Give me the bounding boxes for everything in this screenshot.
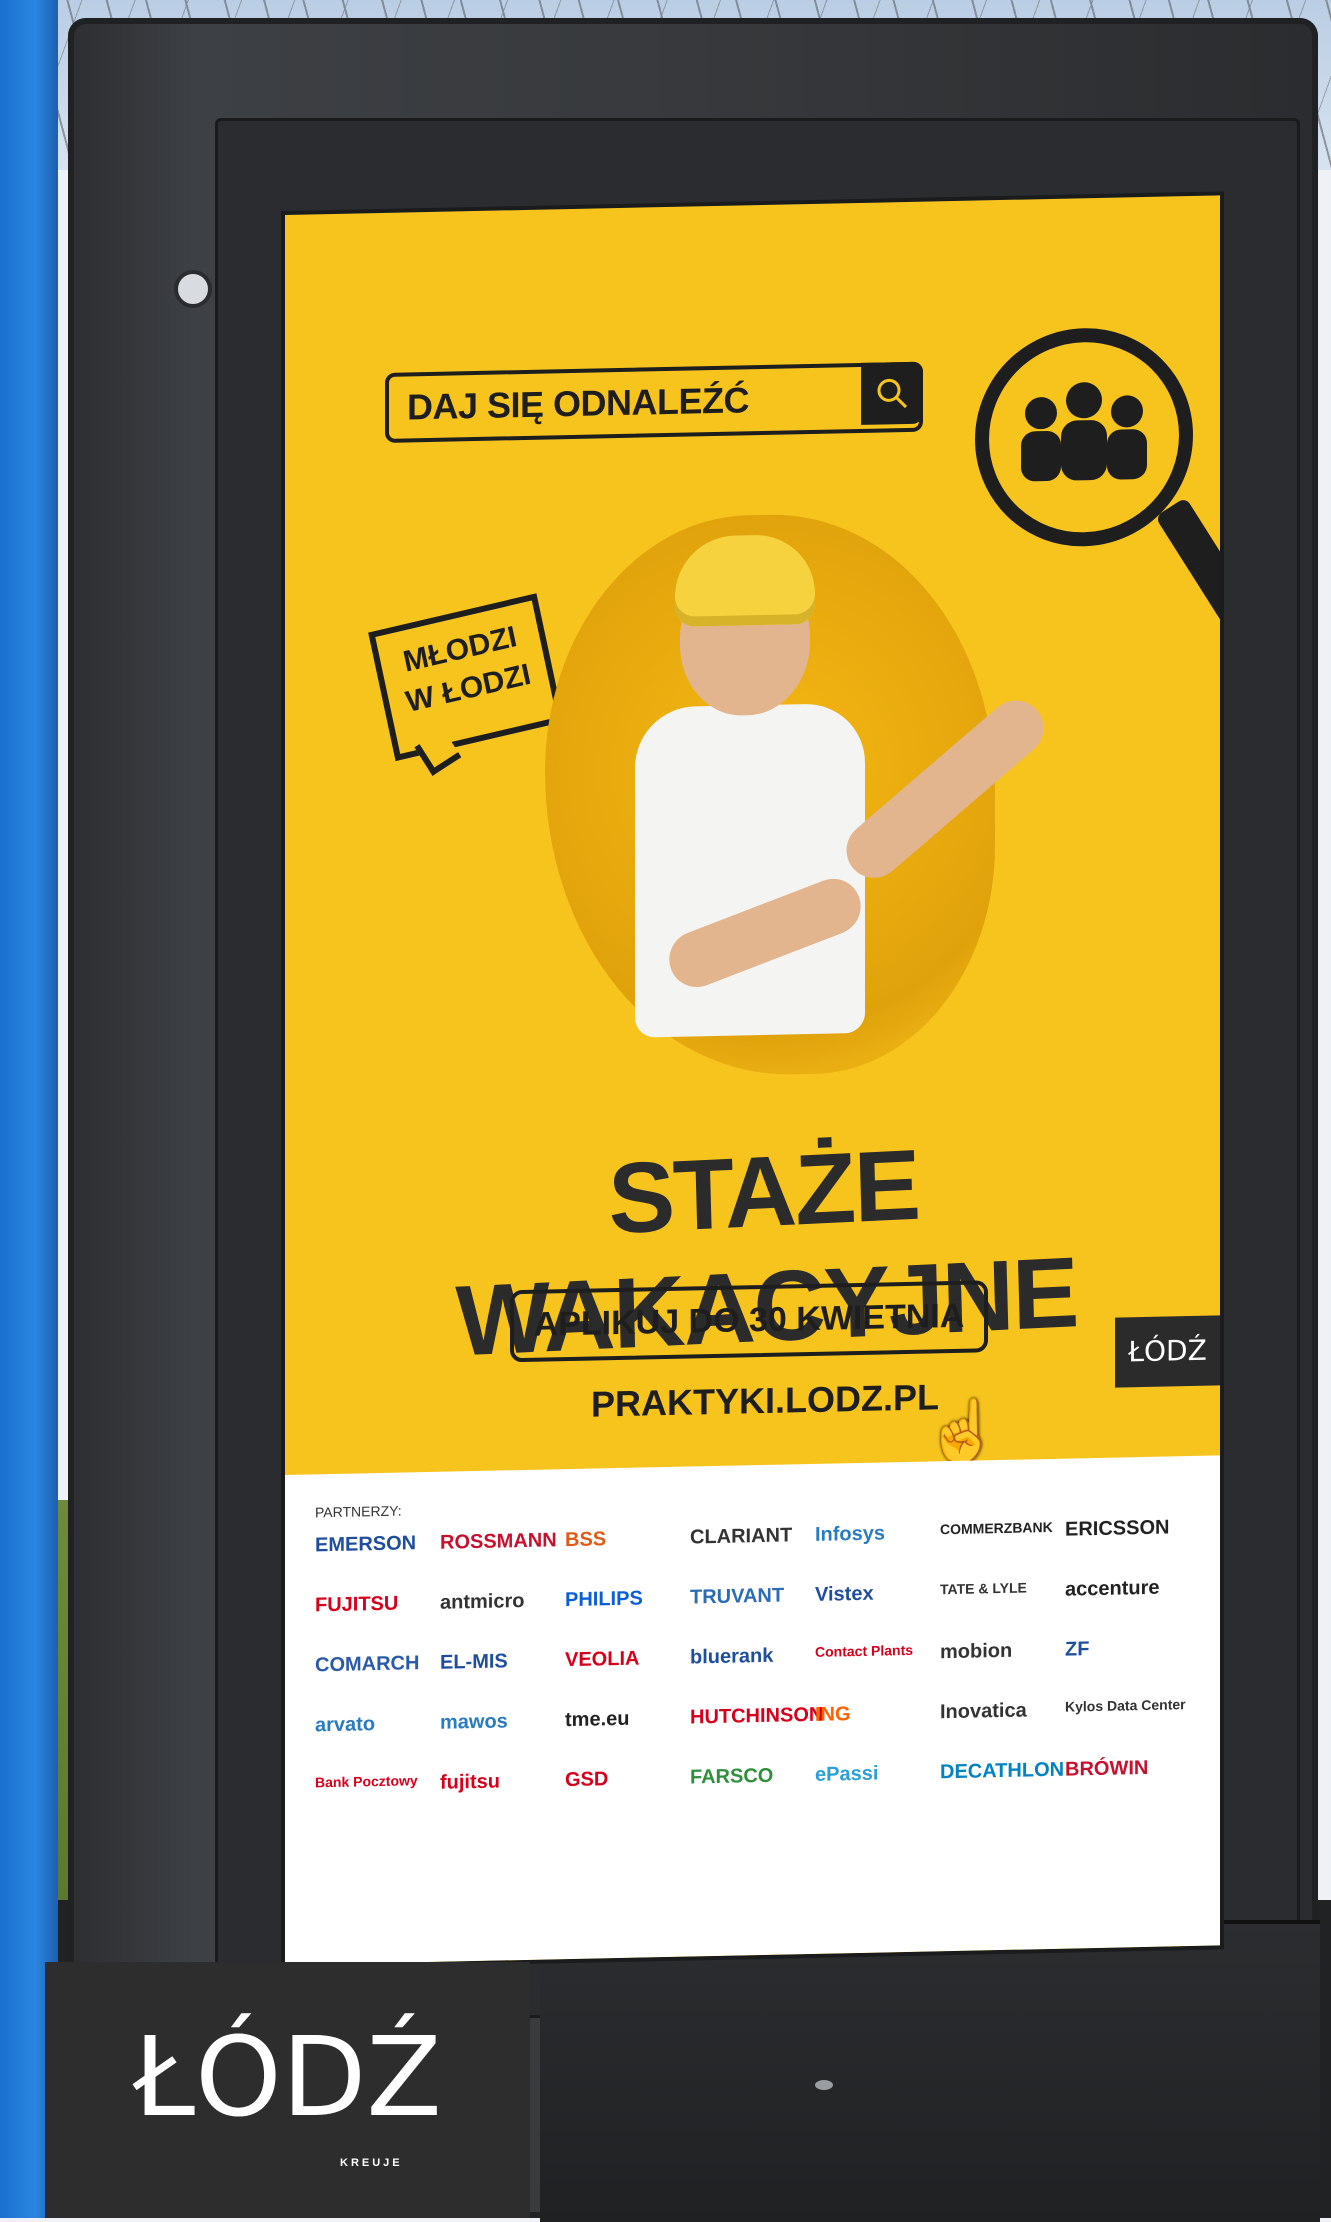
partner-logo: Contact Plants <box>815 1641 914 1660</box>
logo-mark: ŁÓDŹ <box>133 2013 442 2141</box>
partner-logo: mawos <box>440 1710 508 1734</box>
badge-tail <box>414 728 462 776</box>
partner-logo: ZF <box>1065 1638 1090 1661</box>
partner-logo: fujitsu <box>440 1770 500 1794</box>
partner-logo: PHILIPS <box>565 1587 643 1612</box>
partner-logo: tme.eu <box>565 1707 630 1732</box>
poster: DAJ SIĘ ODNALEŹĆ MŁODZI W ŁODZI STAŻE WA… <box>285 195 1220 1965</box>
apply-box: APLIKUJ DO 30 KWIETNIA <box>510 1280 988 1363</box>
billboard-base <box>540 1920 1320 2222</box>
partner-logo: HUTCHINSON <box>690 1703 824 1729</box>
mlodzi-badge: MŁODZI W ŁODZI <box>368 593 564 776</box>
partner-logo: mobion <box>940 1639 1013 1664</box>
partner-logo: Inovatica <box>940 1699 1027 1724</box>
partner-logo: Kylos Data Center <box>1065 1696 1186 1715</box>
partner-logo: EL-MIS <box>440 1650 508 1674</box>
partner-logo: DECATHLON <box>940 1758 1065 1784</box>
partner-logo: TATE & LYLE <box>940 1579 1027 1598</box>
partner-logo: TRUVANT <box>690 1584 785 1609</box>
partner-logo: GSD <box>565 1768 609 1792</box>
frame-hinge <box>174 270 212 308</box>
partner-logo: antmicro <box>440 1589 525 1614</box>
partner-logo: Bank Pocztowy <box>315 1772 418 1791</box>
magnifier-handle <box>1155 497 1220 685</box>
hand-cursor-icon: ☝ <box>925 1397 1000 1466</box>
partner-logos: EMERSON ROSSMANN BSS CLARIANT Infosys COMMERZ… <box>315 1476 1205 1793</box>
person-body <box>635 702 865 1038</box>
partner-logo: arvato <box>315 1713 376 1737</box>
badge-text: MŁODZI W ŁODZI <box>400 620 534 719</box>
partner-logo: FARSCO <box>690 1764 774 1789</box>
search-text: DAJ SIĘ ODNALEŹĆ <box>407 379 750 428</box>
partner-logo: bluerank <box>690 1644 774 1669</box>
lodz-small-logo: ŁÓDŹ <box>1115 1315 1220 1388</box>
search-bar-graphic: DAJ SIĘ ODNALEŹĆ <box>385 361 923 443</box>
lodz-kreuje-logo: ŁÓDŹ KREUJE <box>45 1962 530 2218</box>
partner-logo: BSS <box>565 1528 607 1552</box>
partner-logo: CLARIANT <box>690 1524 793 1549</box>
partner-logo: ING <box>815 1703 851 1726</box>
partner-logo: accenture <box>1065 1576 1160 1601</box>
partner-logo: VEOLIA <box>565 1647 640 1672</box>
partner-logo: Vistex <box>815 1582 874 1606</box>
partners-section: PARTNERZY: EMERSON ROSSMANN BSS CLARIANT Inf… <box>285 1455 1220 1965</box>
apply-text: APLIKUJ DO 30 KWIETNIA <box>533 1296 965 1344</box>
partner-logo: FUJITSU <box>315 1592 399 1617</box>
partner-logo: Infosys <box>815 1522 886 1546</box>
search-button-graphic <box>861 361 923 425</box>
logo-subtitle: KREUJE <box>340 2157 403 2169</box>
partner-logo: BRÓWIN <box>1065 1756 1149 1781</box>
partner-logo: COMARCH <box>315 1652 420 1677</box>
partner-logo: ROSSMANN <box>440 1529 557 1554</box>
partners-label: PARTNERZY: <box>315 1502 402 1521</box>
partner-logo: ePassi <box>815 1762 879 1786</box>
blue-edge <box>0 0 58 2218</box>
base-lock <box>815 2080 833 2090</box>
people-icon <box>1021 382 1147 482</box>
partner-logo: EMERSON <box>315 1532 417 1557</box>
partner-logo: ERICSSON <box>1065 1516 1170 1541</box>
partner-logo: COMMERZBANK <box>940 1518 1053 1538</box>
search-icon <box>877 378 908 409</box>
